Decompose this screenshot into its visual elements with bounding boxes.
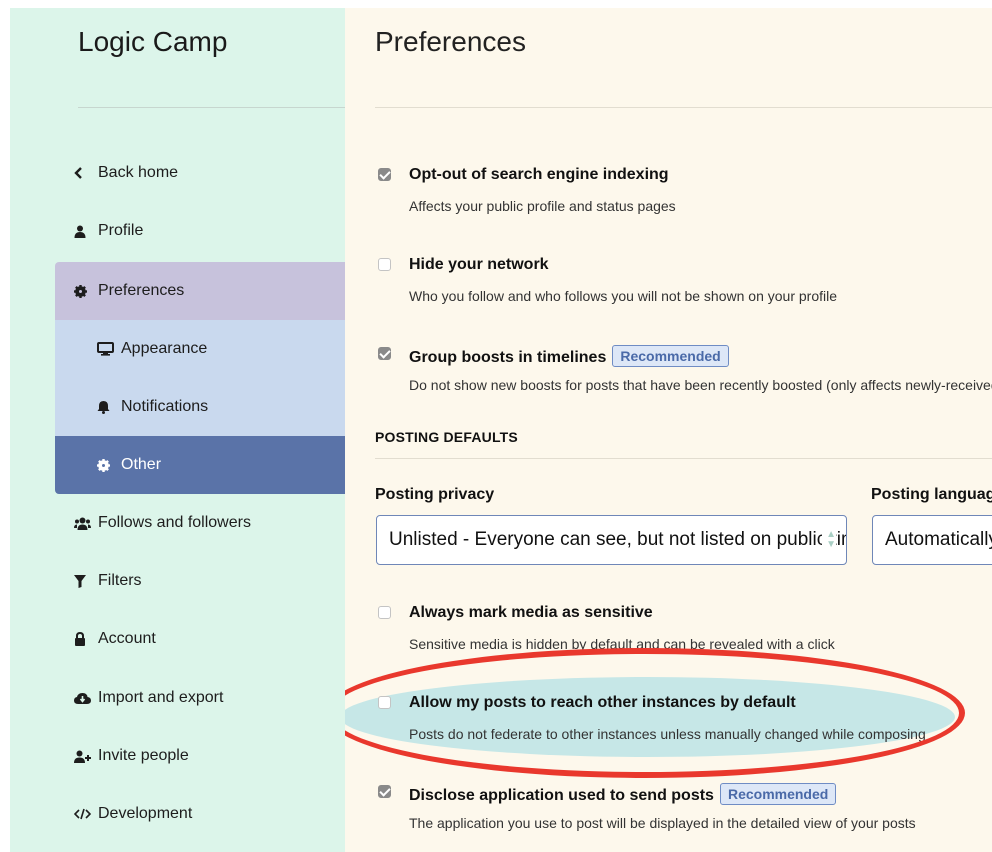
code-icon [74,808,98,820]
sidebar-item-appearance[interactable]: Appearance [55,320,345,378]
recommended-badge: Recommended [719,783,837,805]
section-heading-posting-defaults: POSTING DEFAULTS [375,429,518,445]
gear-icon [97,458,121,472]
posting-privacy-value: Unlisted - Everyone can see, but not lis… [389,529,846,550]
posting-privacy-select[interactable]: Unlisted - Everyone can see, but not lis… [376,515,847,565]
select-arrows-icon: ▲ ▼ [822,530,836,550]
sidebar-item-preferences[interactable]: Preferences [55,262,345,320]
sidebar-item-follows[interactable]: Follows and followers [55,494,345,552]
cloud-download-icon [74,692,98,705]
user-icon [74,225,98,238]
option-label-text: Group boosts in timelines [409,349,607,366]
recommended-badge: Recommended [612,345,729,367]
sidebar-item-label: Other [121,456,162,473]
hide-network-checkbox[interactable] [378,258,391,271]
sidebar-item-label: Filters [98,572,142,589]
lock-icon [74,632,98,646]
option-hint: Do not show new boosts for posts that ha… [409,377,992,393]
option-hint: Affects your public profile and status p… [409,198,676,214]
sidebar-divider [78,107,345,108]
user-plus-icon [74,750,98,763]
app-window: Logic Camp Back home Profile Preferences [10,8,992,852]
option-hint: Who you follow and who follows you will … [409,288,838,304]
posting-language-select[interactable]: Automatically detect [872,515,992,565]
sidebar-item-label: Appearance [121,340,208,357]
group-boosts-checkbox[interactable] [378,347,391,360]
sidebar-item-import-export[interactable]: Import and export [55,669,345,727]
sidebar-item-filters[interactable]: Filters [55,552,345,610]
sidebar-item-label: Notifications [121,398,209,415]
posting-language-value: Automatically detect [885,529,992,550]
main-content: Preferences Opt-out of search engine ind… [345,8,992,852]
sidebar-item-label: Follows and followers [98,514,251,531]
posting-privacy-label: Posting privacy [375,486,495,503]
sidebar-item-account[interactable]: Account [55,610,345,668]
annotation-ellipse [345,648,965,778]
sidebar-item-back-home[interactable]: Back home [55,144,345,202]
title-divider [375,107,992,108]
gear-icon [74,284,98,298]
sidebar-item-label: Import and export [98,689,224,706]
brand-title: Logic Camp [78,26,228,57]
option-label: Group boosts in timelines Recommended [409,345,729,367]
sidebar-item-profile[interactable]: Profile [55,202,345,260]
bell-icon [97,400,121,414]
sidebar-item-label: Preferences [98,282,185,299]
section-divider [375,458,992,459]
sidebar-item-label: Account [98,630,156,647]
option-hint: The application you use to post will be … [409,815,916,831]
option-label: Disclose application used to send posts R… [409,783,837,805]
option-label-text: Disclose application used to send posts [409,787,714,804]
option-label: Hide your network [409,256,549,273]
sidebar: Logic Camp Back home Profile Preferences [10,8,345,852]
users-icon [74,517,98,530]
page-title: Preferences [375,26,526,57]
sidebar-item-notifications[interactable]: Notifications [55,378,345,436]
sidebar-item-other[interactable]: Other [55,436,345,494]
disclose-application-checkbox[interactable] [378,785,391,798]
sidebar-item-label: Profile [98,222,144,239]
option-label: Always mark media as sensitive [409,604,653,621]
chevron-left-icon [74,167,98,179]
option-label: Opt-out of search engine indexing [409,166,669,183]
sidebar-item-invite[interactable]: Invite people [55,727,345,785]
sidebar-item-development[interactable]: Development [55,785,345,843]
filter-icon [74,574,98,588]
sidebar-item-label: Development [98,805,193,822]
search-indexing-checkbox[interactable] [378,168,391,181]
sidebar-item-label: Invite people [98,747,189,764]
posting-language-label: Posting language [871,486,992,503]
desktop-icon [97,342,121,356]
sidebar-item-label: Back home [98,164,179,181]
sensitive-media-checkbox[interactable] [378,606,391,619]
